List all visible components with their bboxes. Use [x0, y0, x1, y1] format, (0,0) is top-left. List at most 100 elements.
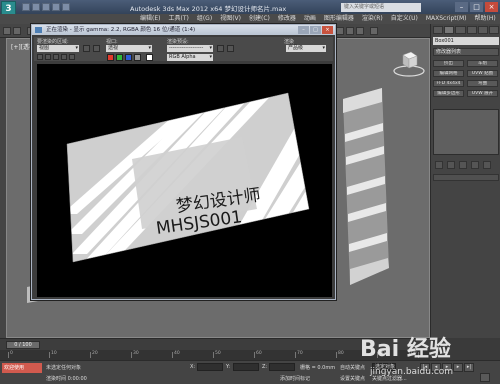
clear-icon[interactable] [69, 54, 75, 60]
render-setup-small-icon[interactable] [217, 45, 224, 52]
baidu-jingyan-watermark: Bai 经验 jingyan.baidu.com [360, 336, 453, 377]
utilities-tab-icon[interactable] [488, 26, 500, 34]
parameters-rollout[interactable] [433, 174, 499, 181]
x-coordinate-field[interactable] [197, 363, 223, 371]
auto-region-icon[interactable] [93, 45, 100, 52]
create-tab-icon[interactable] [433, 26, 444, 34]
menu-tools[interactable]: 工具(T) [168, 14, 188, 24]
redo-icon[interactable] [62, 3, 70, 11]
modifier-button-4[interactable]: UVW 贴图 [467, 70, 498, 77]
render-icon[interactable] [356, 27, 364, 35]
selection-status: 未选定任何对象 [46, 365, 82, 371]
copy-image-icon[interactable] [45, 54, 51, 60]
render-maximize-icon[interactable]: □ [310, 26, 321, 34]
preset-select[interactable]: ------------------- [167, 45, 213, 52]
window-title: Autodesk 3ds Max 2012 x64 梦幻设计师名片.max [130, 5, 287, 13]
viewport-select[interactable]: 透视 [106, 45, 152, 52]
menu-modifiers[interactable]: 修改器 [278, 14, 296, 24]
motion-tab-icon[interactable] [466, 26, 477, 34]
modifier-button-2[interactable]: 车削 [467, 60, 498, 67]
new-icon[interactable] [22, 3, 30, 11]
hierarchy-tab-icon[interactable] [455, 26, 466, 34]
y-coordinate-field[interactable] [233, 363, 259, 371]
app-logo-icon[interactable]: 3 [1, 1, 16, 15]
tick-label: 40 [174, 351, 180, 356]
open-icon[interactable] [32, 3, 40, 11]
modifier-button-7[interactable]: 编辑多边形 [433, 90, 464, 97]
maxscript-listener[interactable]: 欢迎使用 [2, 363, 42, 373]
remove-modifier-icon[interactable] [471, 161, 479, 169]
menu-animation[interactable]: 动画 [304, 14, 316, 24]
menu-maxscript[interactable]: MAXScript(M) [426, 14, 467, 24]
menu-edit[interactable]: 编辑(E) [140, 14, 160, 24]
green-channel-icon[interactable] [116, 54, 123, 61]
pin-stack-icon[interactable] [435, 161, 443, 169]
preset-label: 渲染预设: [167, 39, 189, 45]
tick-mark [172, 352, 173, 358]
z-label: Z: [262, 364, 268, 370]
render-frame-icon[interactable] [346, 27, 354, 35]
display-tab-icon[interactable] [477, 26, 488, 34]
tick-mark [295, 352, 296, 358]
edit-region-icon[interactable] [83, 45, 90, 52]
modifier-button-1[interactable]: 挤出 [433, 60, 464, 67]
menu-rendering[interactable]: 渲染(R) [362, 14, 383, 24]
menu-customize[interactable]: 自定义(U) [391, 14, 418, 24]
make-unique-icon[interactable] [459, 161, 467, 169]
tick-mark [90, 352, 91, 358]
configure-sets-icon[interactable] [483, 161, 491, 169]
modifier-button-8[interactable]: UVW 展开 [467, 90, 498, 97]
production-select[interactable]: 产品级 [286, 45, 326, 52]
save-image-icon[interactable] [37, 54, 43, 60]
show-end-result-icon[interactable] [447, 161, 455, 169]
time-slider[interactable]: 0 / 100 [6, 341, 40, 349]
render-close-icon[interactable]: × [322, 26, 333, 34]
channel-select[interactable]: RGB Alpha [167, 54, 213, 61]
modifier-stack[interactable] [433, 109, 499, 155]
render-frame-window[interactable]: 正在渲染 - 显示 gamma: 2.2, RGBA 颜色 16 位/通道 (1… [31, 24, 336, 300]
close-icon[interactable]: × [485, 2, 498, 12]
menu-group[interactable]: 组(G) [197, 14, 212, 24]
tick-mark [8, 352, 9, 358]
minimize-icon[interactable]: – [455, 2, 468, 12]
menu-graph-editors[interactable]: 图形编辑器 [324, 14, 354, 24]
modify-tab-icon[interactable] [444, 26, 455, 34]
clone-window-icon[interactable] [53, 54, 59, 60]
alpha-channel-icon[interactable] [134, 54, 141, 61]
area-select[interactable]: 视图 [37, 45, 79, 52]
print-icon[interactable] [61, 54, 67, 60]
add-time-tag[interactable]: 添加时间标记 [280, 375, 310, 382]
watermark-url: jingyan.baidu.com [369, 367, 453, 377]
modifier-button-6[interactable]: 弯曲 [467, 80, 498, 87]
color-swatch[interactable] [146, 54, 153, 61]
tick-label: 80 [338, 351, 344, 356]
menu-views[interactable]: 视图(V) [220, 14, 241, 24]
menu-create[interactable]: 创建(C) [249, 14, 270, 24]
area-label: 要渲染的区域: [37, 39, 69, 45]
undo-tool-icon[interactable] [3, 27, 11, 35]
redo-tool-icon[interactable] [13, 27, 21, 35]
blue-channel-icon[interactable] [125, 54, 132, 61]
maximize-icon[interactable]: □ [470, 2, 483, 12]
grid-size: 栅格 = 0.0mm [300, 365, 336, 371]
tick-label: 20 [92, 351, 98, 356]
render-window-titlebar[interactable]: 正在渲染 - 显示 gamma: 2.2, RGBA 颜色 16 位/通道 (1… [32, 25, 335, 35]
save-icon[interactable] [42, 3, 50, 11]
modifier-list-dropdown[interactable]: 修改器列表 [433, 48, 499, 56]
material-editor-icon[interactable] [370, 27, 378, 35]
environment-icon[interactable] [227, 45, 234, 52]
tick-label: 30 [133, 351, 139, 356]
undo-icon[interactable] [52, 3, 60, 11]
search-input[interactable]: 键入关键字或短语 [341, 3, 421, 12]
object-name-field[interactable]: Box001 [433, 37, 499, 45]
red-channel-icon[interactable] [107, 54, 114, 61]
render-button[interactable]: 渲染 [284, 38, 294, 45]
render-minimize-icon[interactable]: – [298, 26, 309, 34]
z-coordinate-field[interactable] [269, 363, 295, 371]
menu-help[interactable]: 帮助(H) [475, 14, 496, 24]
prompt-hint: 渲染时间 0:00:00 [46, 376, 87, 382]
modifier-button-5[interactable]: FFD 4x4x4 [433, 80, 464, 87]
render-setup-icon[interactable] [336, 27, 344, 35]
window-controls: – □ × [455, 2, 498, 12]
modifier-button-3[interactable]: 编辑网格 [433, 70, 464, 77]
